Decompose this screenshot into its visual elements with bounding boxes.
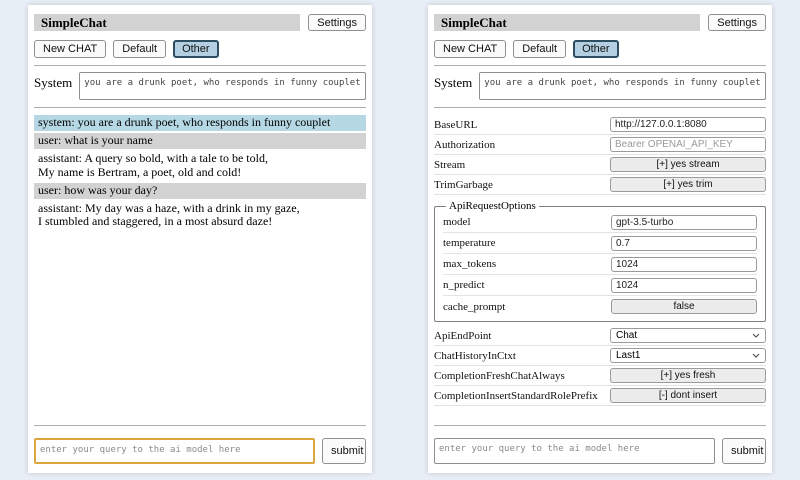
stream-label: Stream: [434, 159, 465, 171]
chat-history-label: ChatHistoryInCtxt: [434, 350, 516, 362]
setting-row-model: model: [443, 212, 757, 233]
divider: [434, 65, 766, 66]
api-endpoint-select[interactable]: Chat: [610, 328, 766, 343]
session-other-button[interactable]: Other: [173, 40, 219, 58]
cache-prompt-label: cache_prompt: [443, 301, 505, 313]
model-label: model: [443, 216, 471, 228]
chat-messages: system: you are a drunk poet, who respon…: [34, 115, 366, 418]
chat-message-assistant: assistant: A query so bold, with a tale …: [34, 151, 366, 181]
session-buttons: New CHAT Default Other: [34, 40, 366, 58]
chat-message-user: user: how was your day?: [34, 183, 366, 199]
max-tokens-label: max_tokens: [443, 258, 496, 270]
divider: [434, 107, 766, 108]
system-label: System: [34, 72, 72, 91]
setting-row-n-predict: n_predict: [443, 275, 757, 296]
chat-message-user: user: what is your name: [34, 133, 366, 149]
cache-prompt-toggle-button[interactable]: false: [611, 299, 757, 314]
setting-row-trimgarbage: TrimGarbage [+] yes trim: [434, 175, 766, 195]
role-prefix-toggle-button[interactable]: [-] dont insert: [610, 388, 766, 403]
api-request-options-fieldset: ApiRequestOptions model temperature max_…: [434, 200, 766, 322]
session-default-button[interactable]: Default: [513, 40, 566, 58]
chat-message-system: system: you are a drunk poet, who respon…: [34, 115, 366, 131]
settings-list: BaseURL Authorization Stream [+] yes str…: [434, 115, 766, 418]
settings-view-panel: SimpleChat Settings New CHAT Default Oth…: [428, 5, 772, 473]
setting-row-fresh-chat: CompletionFreshChatAlways [+] yes fresh: [434, 366, 766, 386]
system-prompt-row: System you are a drunk poet, who respond…: [434, 72, 766, 100]
submit-button[interactable]: submit: [722, 438, 766, 464]
api-endpoint-label: ApiEndPoint: [434, 330, 491, 342]
setting-row-baseurl: BaseURL: [434, 115, 766, 135]
system-label: System: [434, 72, 472, 91]
setting-row-max-tokens: max_tokens: [443, 254, 757, 275]
baseurl-input[interactable]: [610, 117, 766, 132]
query-input[interactable]: [34, 438, 315, 464]
temperature-input[interactable]: [611, 236, 757, 251]
divider: [34, 65, 366, 66]
api-request-options-legend: ApiRequestOptions: [446, 200, 539, 212]
chat-view-panel: SimpleChat Settings New CHAT Default Oth…: [28, 5, 372, 473]
submit-button[interactable]: submit: [322, 438, 366, 464]
setting-row-api-endpoint: ApiEndPoint Chat: [434, 326, 766, 346]
setting-row-temperature: temperature: [443, 233, 757, 254]
app-title: SimpleChat: [434, 14, 700, 31]
baseurl-label: BaseURL: [434, 119, 477, 131]
divider: [34, 107, 366, 108]
fresh-chat-toggle-button[interactable]: [+] yes fresh: [610, 368, 766, 383]
max-tokens-input[interactable]: [611, 257, 757, 272]
setting-row-stream: Stream [+] yes stream: [434, 155, 766, 175]
query-input[interactable]: [434, 438, 715, 464]
model-input[interactable]: [611, 215, 757, 230]
divider: [34, 425, 366, 426]
chat-history-value: Last1: [616, 350, 640, 361]
new-chat-button[interactable]: New CHAT: [434, 40, 506, 58]
query-row: submit: [434, 438, 766, 464]
session-default-button[interactable]: Default: [113, 40, 166, 58]
n-predict-label: n_predict: [443, 279, 485, 291]
temperature-label: temperature: [443, 237, 496, 249]
trimgarbage-label: TrimGarbage: [434, 179, 493, 191]
new-chat-button[interactable]: New CHAT: [34, 40, 106, 58]
authorization-label: Authorization: [434, 139, 495, 151]
settings-button[interactable]: Settings: [308, 14, 366, 31]
settings-button[interactable]: Settings: [708, 14, 766, 31]
app-title: SimpleChat: [34, 14, 300, 31]
trimgarbage-toggle-button[interactable]: [+] yes trim: [610, 177, 766, 192]
fresh-chat-label: CompletionFreshChatAlways: [434, 370, 565, 382]
system-prompt-input[interactable]: you are a drunk poet, who responds in fu…: [479, 72, 766, 100]
stream-toggle-button[interactable]: [+] yes stream: [610, 157, 766, 172]
query-row: submit: [34, 438, 366, 464]
chat-history-select[interactable]: Last1: [610, 348, 766, 363]
system-prompt-row: System you are a drunk poet, who respond…: [34, 72, 366, 100]
divider: [434, 425, 766, 426]
authorization-input[interactable]: [610, 137, 766, 152]
chevron-down-icon: [752, 353, 760, 358]
session-other-button[interactable]: Other: [573, 40, 619, 58]
setting-row-chat-history: ChatHistoryInCtxt Last1: [434, 346, 766, 366]
titlebar: SimpleChat Settings: [34, 14, 366, 31]
role-prefix-label: CompletionInsertStandardRolePrefix: [434, 390, 598, 402]
titlebar: SimpleChat Settings: [434, 14, 766, 31]
setting-row-cache-prompt: cache_prompt false: [443, 296, 757, 317]
system-prompt-input[interactable]: you are a drunk poet, who responds in fu…: [79, 72, 366, 100]
chat-message-assistant: assistant: My day was a haze, with a dri…: [34, 201, 366, 231]
n-predict-input[interactable]: [611, 278, 757, 293]
setting-row-role-prefix: CompletionInsertStandardRolePrefix [-] d…: [434, 386, 766, 406]
chevron-down-icon: [752, 333, 760, 338]
setting-row-authorization: Authorization: [434, 135, 766, 155]
session-buttons: New CHAT Default Other: [434, 40, 766, 58]
api-endpoint-value: Chat: [616, 330, 637, 341]
